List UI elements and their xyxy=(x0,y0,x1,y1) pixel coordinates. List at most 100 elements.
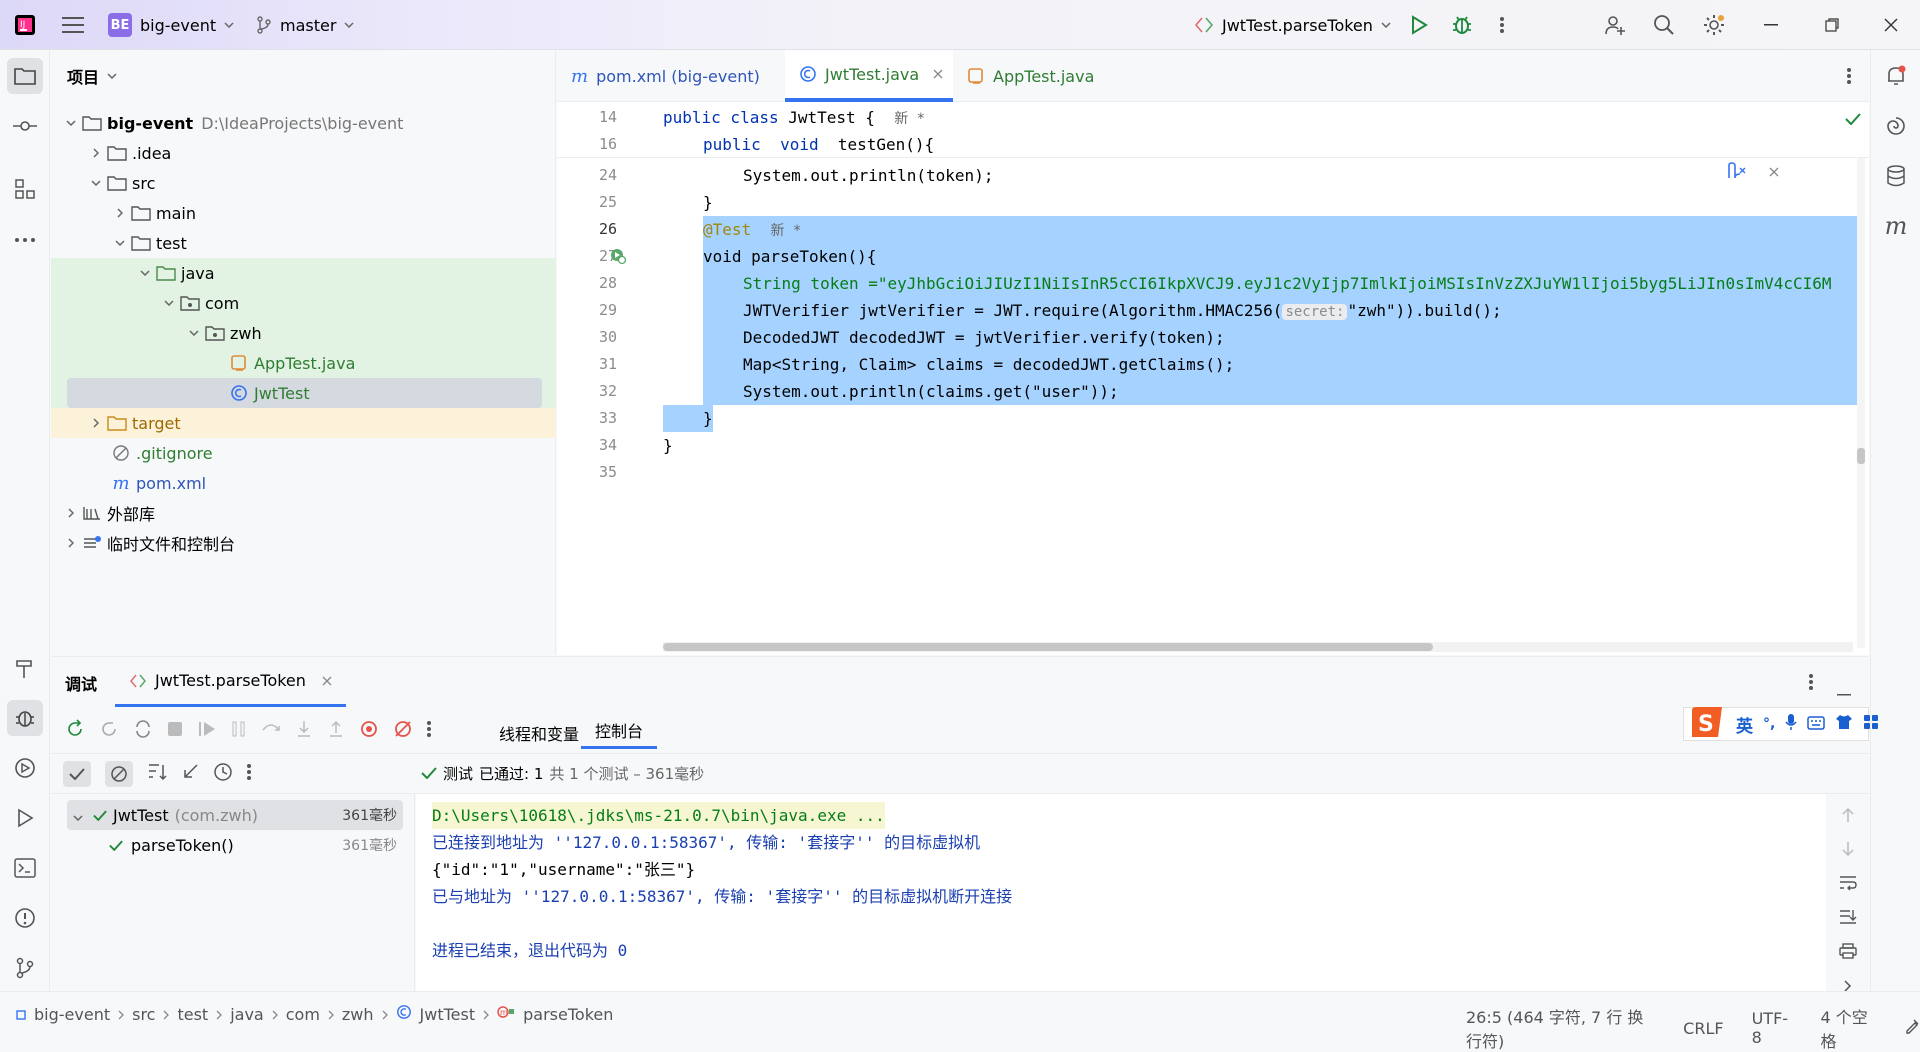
close-icon[interactable] xyxy=(1769,162,1779,184)
debug-tab[interactable]: 调试 xyxy=(65,671,97,695)
tree-node-zwh[interactable]: zwh xyxy=(51,318,556,348)
more-tools-icon[interactable] xyxy=(7,222,43,258)
debug-session-tab[interactable]: JwtTest.parseToken xyxy=(115,657,346,707)
horizontal-scrollbar[interactable] xyxy=(663,642,1853,652)
arrow-down-icon[interactable] xyxy=(1841,841,1855,861)
branch-switcher[interactable]: master xyxy=(256,0,354,50)
run-config-selector[interactable]: JwtTest.parseToken xyxy=(1194,0,1391,50)
breadcrumb-item[interactable]: java xyxy=(230,1005,264,1024)
indent-setting[interactable]: 4 个空格 xyxy=(1820,1004,1876,1052)
project-panel-header[interactable]: 项目 xyxy=(67,64,117,88)
structure-tool-button[interactable] xyxy=(7,171,43,207)
step-out-icon[interactable] xyxy=(327,720,345,742)
restore-window-icon[interactable] xyxy=(1825,0,1839,50)
database-tool-button[interactable] xyxy=(1878,158,1914,194)
ai-assistant-tool-button[interactable] xyxy=(1878,108,1914,144)
panel-more-icon[interactable] xyxy=(1809,673,1813,695)
settings-gear-icon[interactable] xyxy=(1702,0,1726,50)
tree-node-src[interactable]: src xyxy=(51,168,556,198)
step-over-icon[interactable] xyxy=(261,720,281,742)
tree-node-project-root[interactable]: big-event D:\IdeaProjects\big-event xyxy=(51,108,556,138)
problems-tool-button[interactable] xyxy=(7,900,43,936)
notifications-tool-button[interactable] xyxy=(1878,58,1914,94)
main-menu-icon[interactable] xyxy=(62,0,84,50)
more-icon[interactable] xyxy=(427,720,431,742)
tree-node-main[interactable]: main xyxy=(51,198,556,228)
close-window-icon[interactable] xyxy=(1884,0,1898,50)
sogou-logo-icon[interactable]: S xyxy=(1688,706,1726,742)
code-area[interactable]: System.out.println(token); } @Test 新 * v… xyxy=(663,158,1863,655)
line-separator[interactable]: CRLF xyxy=(1683,1019,1723,1038)
sticky-line-class[interactable]: public class JwtTest { 新 * xyxy=(663,104,925,131)
tree-node-java[interactable]: java xyxy=(51,258,556,288)
tree-node-idea[interactable]: .idea xyxy=(51,138,556,168)
breadcrumb-item[interactable]: zwh xyxy=(342,1005,374,1024)
toggle-auto-test-icon[interactable] xyxy=(133,719,153,743)
tree-node-target[interactable]: target xyxy=(51,408,556,438)
scrollbar-thumb[interactable] xyxy=(1857,448,1865,464)
mute-breakpoints-icon[interactable] xyxy=(393,719,413,743)
tree-node-jwttest[interactable]: JwtTest xyxy=(51,378,556,408)
show-ignored-icon[interactable] xyxy=(105,761,133,787)
close-tab-icon[interactable] xyxy=(933,69,943,79)
run-test-gutter-icon[interactable] xyxy=(609,247,627,269)
toolbox-grid-icon[interactable] xyxy=(1863,714,1879,734)
reader-mode-icon[interactable] xyxy=(1727,162,1747,184)
sticky-line-method[interactable]: public void testGen(){ xyxy=(703,131,934,158)
collapse-all-icon[interactable] xyxy=(181,763,199,785)
microphone-icon[interactable] xyxy=(1785,713,1797,735)
ime-language[interactable]: 英 xyxy=(1736,712,1753,737)
console-output[interactable]: D:\Users\10618\.jdks\ms-21.0.7\bin\java.… xyxy=(416,794,1826,992)
git-tool-button[interactable] xyxy=(7,950,43,986)
breadcrumb-item[interactable]: JwtTest xyxy=(420,1005,476,1024)
breadcrumb-item[interactable]: test xyxy=(177,1005,208,1024)
ime-punctuation[interactable]: °, xyxy=(1763,716,1775,732)
tree-node-external-libs[interactable]: 外部库 xyxy=(51,498,556,528)
stop-icon[interactable] xyxy=(167,721,183,741)
debug-button[interactable] xyxy=(1451,0,1473,50)
close-tab-icon[interactable] xyxy=(322,676,332,686)
maven-tool-button[interactable]: m xyxy=(1878,208,1914,244)
tab-apptest-java[interactable]: AppTest.java xyxy=(953,50,1123,102)
tree-node-com[interactable]: com xyxy=(51,288,556,318)
add-user-icon[interactable] xyxy=(1604,0,1626,50)
vertical-scrollbar[interactable] xyxy=(1857,158,1865,648)
tab-console[interactable]: 控制台 xyxy=(581,713,658,749)
breadcrumb-item[interactable]: big-event xyxy=(34,1005,110,1024)
sort-alpha-icon[interactable] xyxy=(147,763,167,785)
project-switcher[interactable]: BE big-event xyxy=(108,0,234,50)
breadcrumb-item[interactable]: src xyxy=(132,1005,155,1024)
pause-icon[interactable] xyxy=(231,720,247,742)
more-actions-icon[interactable] xyxy=(1500,0,1504,50)
debug-tool-button[interactable] xyxy=(7,700,43,736)
read-only-lock-icon[interactable] xyxy=(1904,1018,1920,1038)
terminal-tool-button[interactable] xyxy=(7,850,43,886)
keyboard-icon[interactable] xyxy=(1807,715,1826,734)
arrow-up-icon[interactable] xyxy=(1841,807,1855,827)
tab-pom-xml[interactable]: m pom.xml (big-event) xyxy=(557,50,785,102)
step-into-icon[interactable] xyxy=(295,720,313,742)
build-tool-button[interactable] xyxy=(7,650,43,686)
scroll-to-end-icon[interactable] xyxy=(1839,909,1857,929)
caret-position[interactable]: 26:5 (464 字符, 7 行 换行符) xyxy=(1466,1004,1655,1052)
view-breakpoints-icon[interactable] xyxy=(359,719,379,743)
scrollbar-thumb[interactable] xyxy=(663,643,1433,651)
run-button[interactable] xyxy=(1410,0,1428,50)
tab-jwttest-java[interactable]: JwtTest.java xyxy=(785,50,953,102)
show-passed-icon[interactable] xyxy=(63,761,91,787)
file-encoding[interactable]: UTF-8 xyxy=(1752,1009,1793,1047)
test-row-parsetoken[interactable]: parseToken() 361毫秒 xyxy=(67,830,403,860)
rerun-icon[interactable] xyxy=(65,719,85,743)
minimize-panel-icon[interactable] xyxy=(1837,681,1851,700)
tree-node-apptest[interactable]: AppTest.java xyxy=(51,348,556,378)
services-tool-button[interactable] xyxy=(7,750,43,786)
tree-node-test[interactable]: test xyxy=(51,228,556,258)
breadcrumb-item[interactable]: com xyxy=(286,1005,320,1024)
project-tool-button[interactable] xyxy=(7,58,43,94)
skin-shirt-icon[interactable] xyxy=(1835,714,1853,734)
rerun-failed-icon[interactable] xyxy=(99,719,119,743)
tab-more-icon[interactable] xyxy=(1847,67,1851,89)
soft-wrap-icon[interactable] xyxy=(1839,875,1857,895)
tree-node-gitignore[interactable]: .gitignore xyxy=(51,438,556,468)
test-row-jwttest[interactable]: JwtTest (com.zwh) 361毫秒 xyxy=(67,800,403,830)
